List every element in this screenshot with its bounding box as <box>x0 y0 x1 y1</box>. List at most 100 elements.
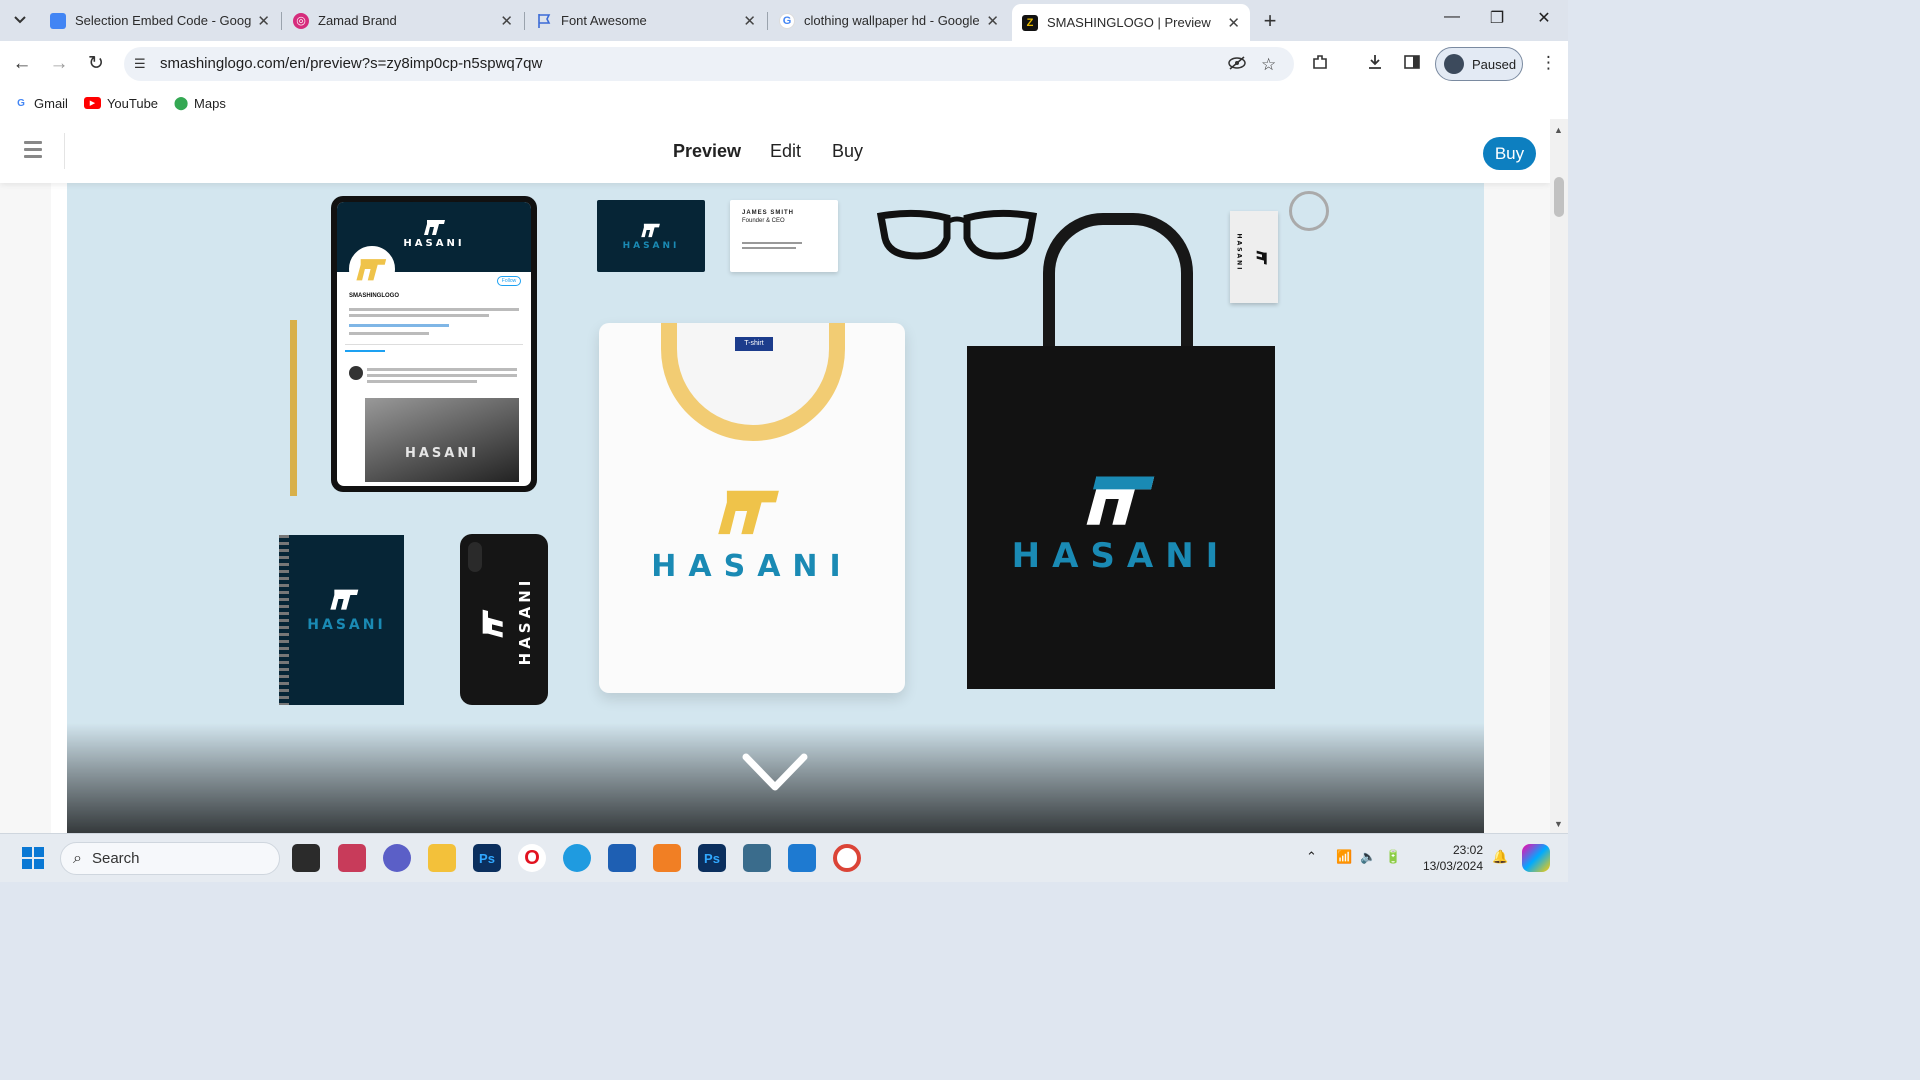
taskbar-search-input[interactable]: ⌕ Search <box>60 842 280 875</box>
bookmark-star-icon[interactable]: ☆ <box>1261 55 1276 75</box>
teams-chat-icon[interactable] <box>383 844 411 872</box>
url-text[interactable]: smashinglogo.com/en/preview?s=zy8imp0cp-… <box>160 55 542 72</box>
tweet-image: HASANI <box>365 398 519 482</box>
extensions-icon[interactable] <box>1311 53 1329 76</box>
copilot-icon[interactable] <box>1522 844 1550 872</box>
scroll-down-chevron-icon[interactable] <box>742 753 808 793</box>
menu-kebab-icon[interactable]: ⋮ <box>1540 53 1557 73</box>
notebook-mockup: HASANI <box>279 535 404 705</box>
page-viewport: Preview Edit Buy Buy HASANI Follow SMASH… <box>0 119 1550 833</box>
hasani-logo-icon <box>1086 476 1155 525</box>
app-launcher-icon[interactable] <box>653 844 681 872</box>
google-icon: G <box>779 12 795 29</box>
forward-icon[interactable]: → <box>47 52 71 76</box>
download-icon[interactable] <box>1366 53 1384 76</box>
search-icon: ⌕ <box>73 849 82 867</box>
close-tab-icon[interactable]: ✕ <box>500 12 513 30</box>
eyeglasses-image <box>877 209 1037 260</box>
keyring-image <box>1289 191 1329 231</box>
close-tab-icon[interactable]: ✕ <box>1227 14 1240 32</box>
chevron-down-icon <box>14 16 26 24</box>
back-icon[interactable]: ← <box>10 52 34 76</box>
address-bar[interactable]: ☰ smashinglogo.com/en/preview?s=zy8imp0c… <box>124 47 1294 81</box>
hasani-logo-icon <box>641 223 660 238</box>
tab-selection-embed[interactable]: Selection Embed Code - Google ✕ <box>40 0 280 41</box>
bookmark-gmail[interactable]: G Gmail <box>14 96 68 111</box>
windows-start-icon[interactable] <box>19 844 47 872</box>
profile-avatar <box>349 246 395 292</box>
canva-icon: ◎ <box>293 12 309 29</box>
close-tab-icon[interactable]: ✕ <box>743 12 756 30</box>
hasani-logo-icon <box>356 259 387 281</box>
hamburger-menu-icon[interactable] <box>24 141 42 158</box>
widgets-icon[interactable] <box>338 844 366 872</box>
close-tab-icon[interactable]: ✕ <box>257 12 270 30</box>
tab-smashinglogo-preview[interactable]: Z SMASHINGLOGO | Preview ✕ <box>1012 4 1250 41</box>
tracking-protection-icon[interactable] <box>1227 55 1247 76</box>
side-panel-icon[interactable] <box>1403 53 1421 76</box>
hasani-logo-icon <box>424 220 445 235</box>
task-view-icon[interactable] <box>292 844 320 872</box>
tablet-mockup: HASANI Follow SMASHINGLOGO HASANI <box>331 196 537 492</box>
phone-case-mockup: HASANI <box>460 534 548 705</box>
windows-taskbar: ⌕ Search Ps O Ps ⌃ 📶 🔈 🔋 23:02 13/03/202… <box>0 833 1568 882</box>
hasani-logo-icon <box>330 589 359 610</box>
browser-toolbar: ← → ↻ ☰ smashinglogo.com/en/preview?s=zy… <box>0 41 1568 87</box>
site-header: Preview Edit Buy Buy <box>0 119 1550 183</box>
hasani-logo-icon <box>718 490 779 535</box>
close-window-icon[interactable]: ✕ <box>1532 8 1556 28</box>
site-info-icon[interactable]: ☰ <box>134 56 146 72</box>
opera-icon[interactable]: O <box>518 844 546 872</box>
tab-clothing-wallpaper[interactable]: G clothing wallpaper hd - Google ✕ <box>769 0 1009 41</box>
flag-icon <box>536 13 552 29</box>
hasani-logo-icon <box>1256 250 1267 265</box>
close-tab-icon[interactable]: ✕ <box>986 12 999 30</box>
nav-edit[interactable]: Edit <box>770 141 801 162</box>
profile-button[interactable]: Paused <box>1435 47 1523 81</box>
tab-strip: Selection Embed Code - Google ✕ ◎ Zamad … <box>0 0 1568 41</box>
keychain-tag-image: HASANI <box>1230 211 1278 303</box>
minimize-icon[interactable]: — <box>1440 8 1464 26</box>
tote-bag-mockup: HASANI <box>967 346 1275 689</box>
smashinglogo-icon: Z <box>1022 14 1038 31</box>
new-tab-button[interactable]: + <box>1258 8 1282 34</box>
follow-button: Follow <box>497 276 521 286</box>
business-card-back: JAMES SMITH Founder & CEO <box>730 200 838 272</box>
edge-icon[interactable] <box>563 844 591 872</box>
chrome-icon[interactable] <box>833 844 861 872</box>
hasani-logo-icon <box>482 609 503 638</box>
nav-preview[interactable]: Preview <box>673 141 741 162</box>
volume-icon[interactable]: 🔈 <box>1360 849 1376 865</box>
business-card-front: HASANI <box>597 200 705 272</box>
bookmark-maps[interactable]: ⬤ Maps <box>173 95 226 111</box>
photoshop-icon[interactable]: Ps <box>473 844 501 872</box>
tab-font-awesome[interactable]: Font Awesome ✕ <box>526 0 766 41</box>
google-icon: G <box>17 97 25 109</box>
avatar <box>1444 54 1464 74</box>
page-scrollbar[interactable]: ▲ ▼ <box>1550 119 1568 833</box>
wifi-icon[interactable]: 📶 <box>1336 849 1352 865</box>
reload-icon[interactable]: ↻ <box>84 52 108 76</box>
tab-search-button[interactable] <box>6 6 34 34</box>
file-explorer-icon[interactable] <box>428 844 456 872</box>
google-sites-icon <box>50 12 66 29</box>
restore-icon[interactable]: ❐ <box>1485 8 1509 28</box>
maps-icon: ⬤ <box>173 95 189 110</box>
bookmarks-bar: G Gmail ▶ YouTube ⬤ Maps <box>0 87 1568 119</box>
photoshop-icon[interactable]: Ps <box>698 844 726 872</box>
bookmark-youtube[interactable]: ▶ YouTube <box>83 96 158 111</box>
notification-bell-icon[interactable]: 🔔 <box>1492 849 1508 865</box>
system-clock[interactable]: 23:02 13/03/2024 <box>1413 842 1483 874</box>
battery-icon[interactable]: 🔋 <box>1385 849 1401 865</box>
scrollbar-thumb[interactable] <box>1554 177 1564 217</box>
microsoft-store-icon[interactable] <box>608 844 636 872</box>
brand-mockup-preview: HASANI Follow SMASHINGLOGO HASANI HASANI… <box>67 183 1484 833</box>
youtube-icon: ▶ <box>83 97 101 109</box>
tshirt-mockup: T-shirt HASANI <box>599 323 905 693</box>
remote-desktop-icon[interactable] <box>743 844 771 872</box>
buy-button[interactable]: Buy <box>1483 137 1536 170</box>
vscode-icon[interactable] <box>788 844 816 872</box>
show-hidden-icons[interactable]: ⌃ <box>1306 849 1317 865</box>
tab-zamad-brand[interactable]: ◎ Zamad Brand ✕ <box>283 0 523 41</box>
nav-buy[interactable]: Buy <box>832 141 863 162</box>
